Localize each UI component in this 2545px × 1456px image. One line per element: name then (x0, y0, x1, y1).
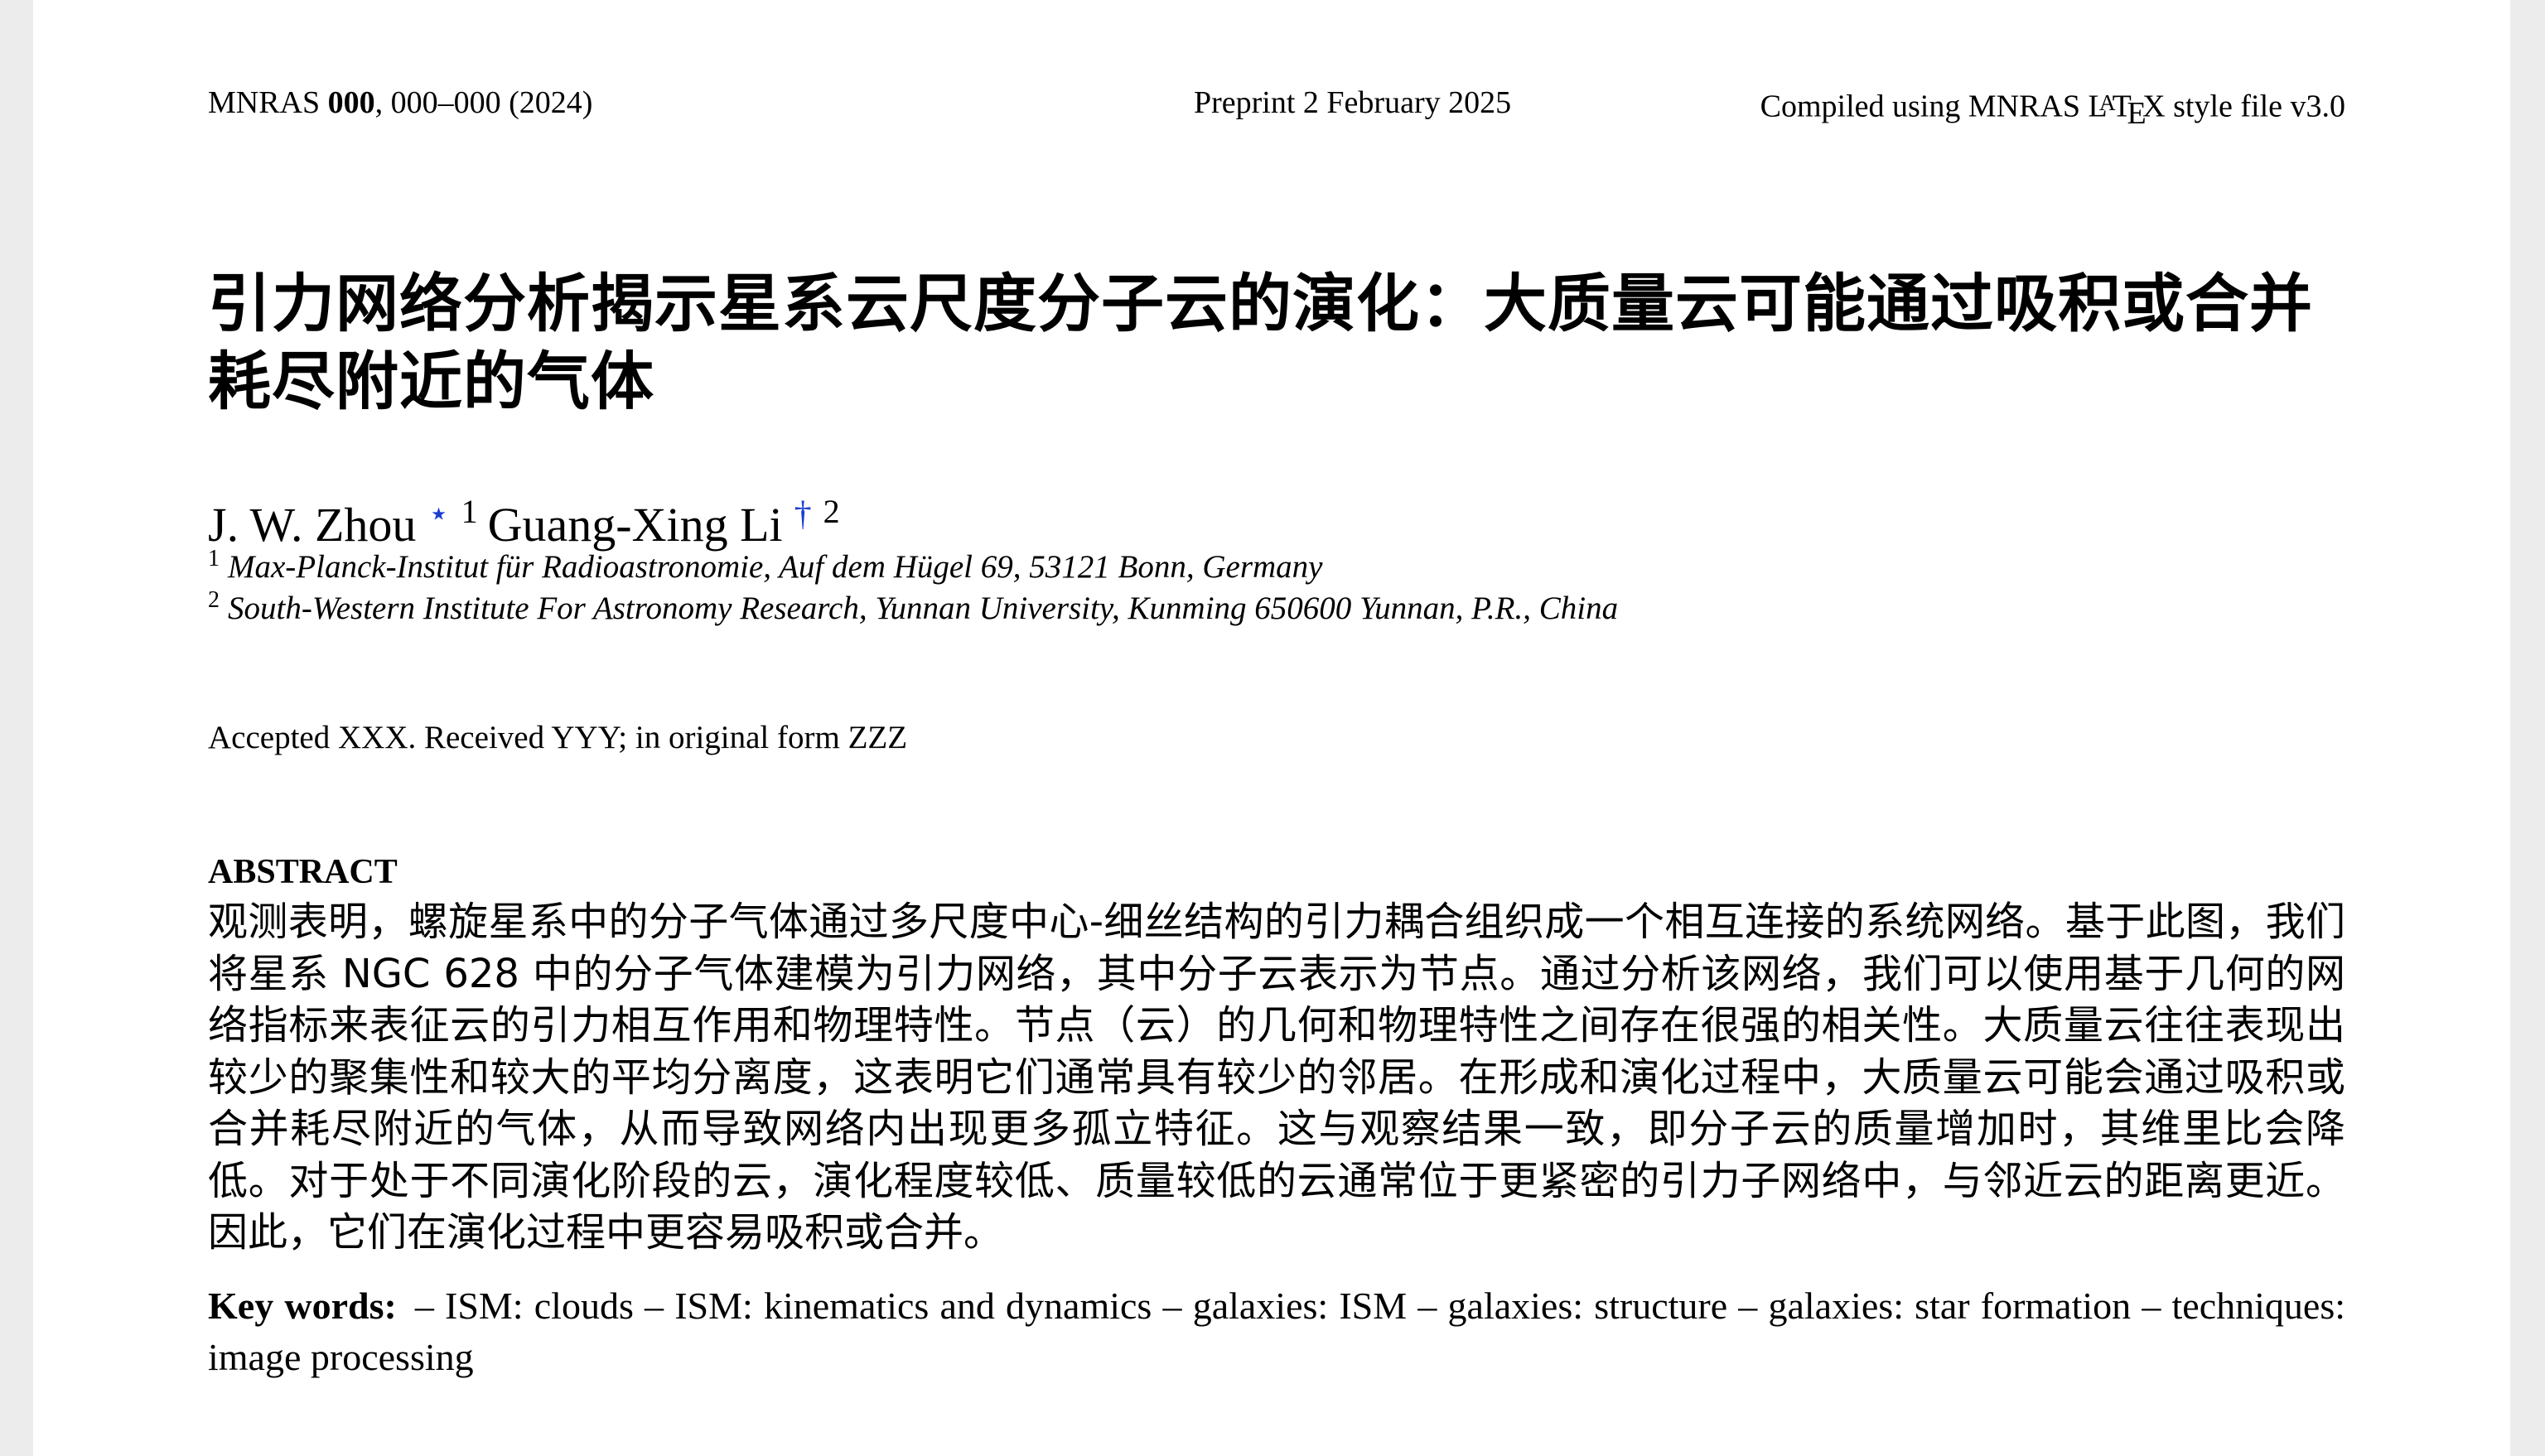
paper-title: 引力网络分析揭示星系云尺度分子云的演化：大质量云可能通过吸积或合并耗尽附近的气体 (208, 267, 2313, 418)
compiled-prefix: Compiled using MNRAS (1760, 89, 2089, 124)
journal-volume: 000 (327, 85, 375, 120)
latex-logo: LATEX (2089, 81, 2166, 135)
journal-pages-year: , 000–000 (2024) (374, 85, 593, 120)
accepted-received-line: Accepted XXX. Received YYY; in original … (208, 720, 908, 755)
compiled-note: Compiled using MNRAS LATEX style file v3… (1760, 81, 2345, 135)
affiliation-number: 1 (208, 546, 220, 571)
author-affiliation-number: 2 (823, 493, 840, 530)
preprint-date: Preprint 2 February 2025 (1194, 85, 1512, 120)
abstract-heading: ABSTRACT (208, 853, 398, 891)
affiliation-line: 2 South-Western Institute For Astronomy R… (208, 580, 1618, 629)
compiled-suffix: style file v3.0 (2165, 89, 2345, 124)
journal-name: MNRAS (208, 85, 328, 120)
latex-logo-x: X (2142, 89, 2166, 124)
keywords: Key words: – ISM: clouds – ISM: kinematic… (208, 1280, 2345, 1383)
affiliation-text: South-Western Institute For Astronomy Re… (228, 591, 1619, 626)
abstract-text: 观测表明，螺旋星系中的分子气体通过多尺度中心-细丝结构的引力耦合组织成一个相互连… (208, 899, 2345, 1256)
author-affiliation-number: 1 (461, 493, 478, 530)
author-footnote-link[interactable]: † (794, 495, 812, 533)
keywords-label: Key words: (208, 1285, 397, 1327)
paper-page: MNRAS 000, 000–000 (2024) Preprint 2 Feb… (33, 0, 2510, 1456)
keywords-text: – ISM: clouds – ISM: kinematics and dyna… (208, 1285, 2345, 1378)
author-footnote-link[interactable]: ⋆ (427, 495, 449, 533)
journal-reference: MNRAS 000, 000–000 (2024) (208, 81, 592, 124)
running-header: MNRAS 000, 000–000 (2024) Preprint 2 Feb… (208, 81, 2345, 131)
affiliation-number: 2 (208, 587, 220, 613)
